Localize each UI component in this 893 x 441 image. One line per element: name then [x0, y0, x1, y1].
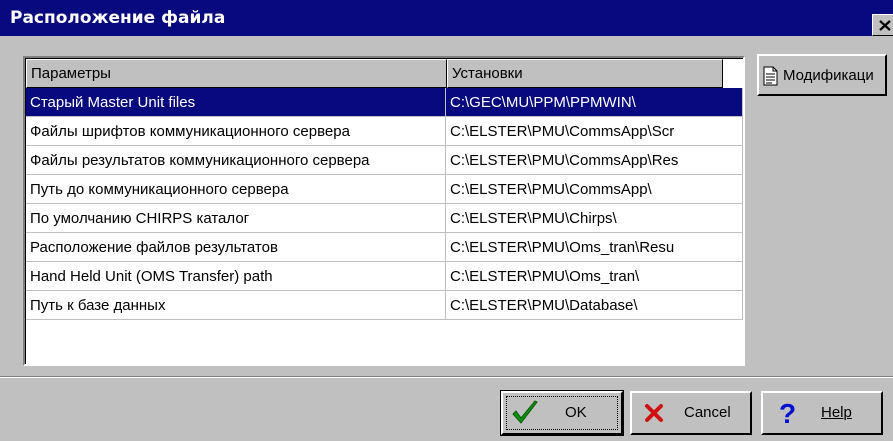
- column-header-settings[interactable]: Установки: [447, 59, 723, 88]
- table-row[interactable]: Файлы шрифтов коммуникационного сервера …: [26, 117, 743, 146]
- dialog-window: Расположение файла Параметры Установки С…: [0, 0, 893, 441]
- table-row[interactable]: Старый Master Unit files C:\GEC\MU\PPM\P…: [26, 88, 743, 117]
- setting-cell: C:\ELSTER\PMU\Chirps\: [446, 204, 743, 233]
- svg-text:?: ?: [779, 399, 796, 427]
- parameter-cell: Файлы шрифтов коммуникационного сервера: [26, 117, 446, 146]
- document-edit-icon: [763, 66, 778, 86]
- window-title: Расположение файла: [10, 8, 226, 28]
- table-row[interactable]: Файлы результатов коммуникационного серв…: [26, 146, 743, 175]
- setting-cell: C:\ELSTER\PMU\Oms_tran\: [446, 262, 743, 291]
- table-row[interactable]: По умолчанию CHIRPS каталог C:\ELSTER\PM…: [26, 204, 743, 233]
- table-row[interactable]: Путь до коммуникационного сервера C:\ELS…: [26, 175, 743, 204]
- parameter-cell: Расположение файлов результатов: [26, 233, 446, 262]
- parameter-cell: Путь до коммуникационного сервера: [26, 175, 446, 204]
- cancel-button-label: Cancel: [684, 404, 731, 421]
- list-frame: Параметры Установки Старый Master Unit f…: [25, 58, 743, 364]
- close-button[interactable]: [872, 14, 893, 36]
- table-row[interactable]: Hand Held Unit (OMS Transfer) path C:\EL…: [26, 262, 743, 291]
- help-button-label: Help: [821, 404, 852, 421]
- separator: [0, 376, 893, 378]
- ok-button[interactable]: OK: [501, 391, 623, 435]
- parameter-cell: Старый Master Unit files: [26, 88, 446, 117]
- setting-cell: C:\ELSTER\PMU\CommsApp\Scr: [446, 117, 743, 146]
- setting-cell: C:\ELSTER\PMU\CommsApp\Res: [446, 146, 743, 175]
- checkmark-icon: [512, 400, 538, 424]
- ok-button-label: OK: [565, 404, 587, 421]
- setting-cell: C:\GEC\MU\PPM\PPMWIN\: [446, 88, 743, 117]
- question-mark-icon: ?: [779, 399, 796, 427]
- title-bar[interactable]: Расположение файла: [0, 0, 893, 36]
- parameter-cell: Файлы результатов коммуникационного серв…: [26, 146, 446, 175]
- setting-cell: C:\ELSTER\PMU\CommsApp\: [446, 175, 743, 204]
- modify-button[interactable]: Модификаци: [757, 54, 887, 96]
- parameter-cell: Hand Held Unit (OMS Transfer) path: [26, 262, 446, 291]
- table-row[interactable]: Расположение файлов результатов C:\ELSTE…: [26, 233, 743, 262]
- modify-button-label: Модификаци: [783, 67, 874, 84]
- help-button[interactable]: ? Help: [761, 391, 883, 435]
- cancel-x-icon: [645, 404, 663, 422]
- parameter-cell: По умолчанию CHIRPS каталог: [26, 204, 446, 233]
- setting-cell: C:\ELSTER\PMU\Database\: [446, 291, 743, 320]
- column-header-parameters[interactable]: Параметры: [26, 59, 447, 88]
- parameter-cell: Путь к базе данных: [26, 291, 446, 320]
- close-icon: [879, 20, 891, 31]
- setting-cell: C:\ELSTER\PMU\Oms_tran\Resu: [446, 233, 743, 262]
- cancel-button[interactable]: Cancel: [630, 391, 752, 435]
- file-locations-list[interactable]: Параметры Установки Старый Master Unit f…: [23, 56, 745, 366]
- table-row[interactable]: Путь к базе данных C:\ELSTER\PMU\Databas…: [26, 291, 743, 320]
